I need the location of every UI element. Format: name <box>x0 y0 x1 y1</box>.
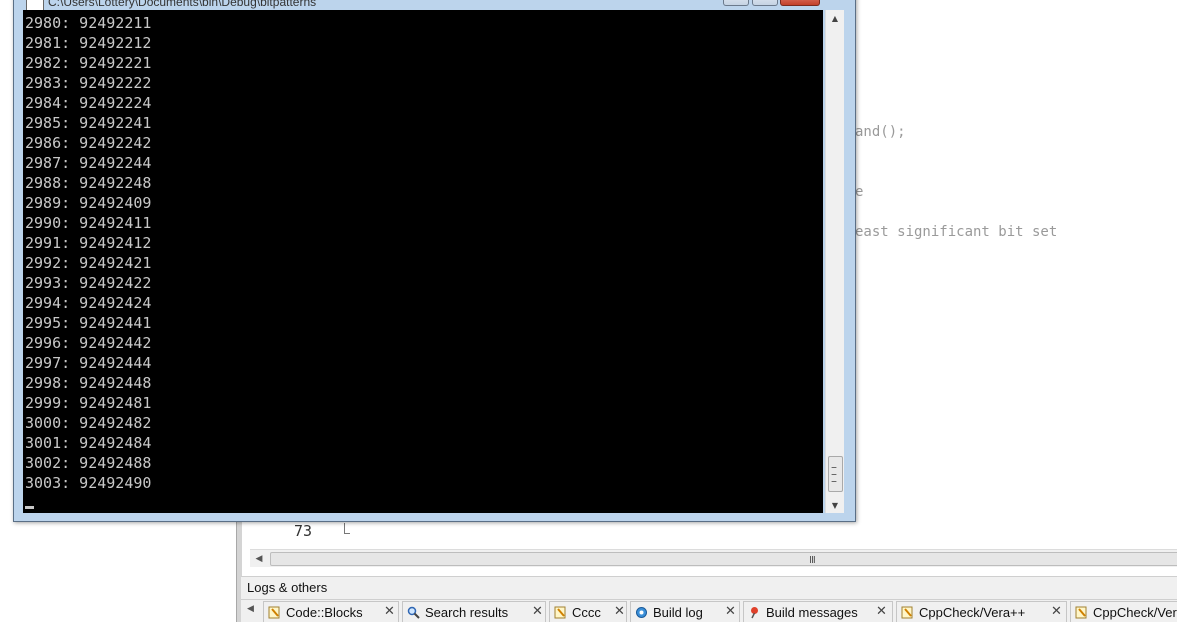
gutter-line-number: 73 <box>294 522 313 540</box>
notepad-icon <box>901 606 913 619</box>
code-fragment-2: e <box>855 184 864 200</box>
console-line: 2985: 92492241 <box>25 114 152 132</box>
console-app-icon[interactable] <box>26 0 44 10</box>
tab-cccc[interactable]: Cccc ✕ <box>549 601 627 622</box>
console-line: 2998: 92492448 <box>25 374 152 392</box>
tab-label: Build log <box>653 605 703 620</box>
tab-build-log[interactable]: Build log ✕ <box>630 601 740 622</box>
console-cursor <box>25 506 34 509</box>
console-line: 2996: 92492442 <box>25 334 152 352</box>
tab-label: Cccc <box>572 605 601 620</box>
editor-horizontal-scrollbar[interactable]: ◀ III <box>250 549 1177 567</box>
tab-build-messages[interactable]: Build messages ✕ <box>743 601 893 622</box>
scroll-left-icon[interactable]: ◀ <box>252 550 266 567</box>
tab-code-blocks[interactable]: Code::Blocks ✕ <box>263 601 399 622</box>
logs-tab-bar: ◀ Code::Blocks ✕ Search results ✕ Cccc ✕… <box>241 600 1177 622</box>
tab-cppcheck-vera[interactable]: CppCheck/Vera++ ✕ <box>896 601 1067 622</box>
console-line: 2994: 92492424 <box>25 294 152 312</box>
close-icon[interactable]: ✕ <box>876 604 887 619</box>
scroll-grip-icon: III <box>809 555 816 566</box>
console-line: 3001: 92492484 <box>25 434 152 452</box>
console-line: 2999: 92492481 <box>25 394 152 412</box>
tab-cppcheck-vera-2[interactable]: CppCheck/Vera <box>1070 601 1177 622</box>
console-line: 2993: 92492422 <box>25 274 152 292</box>
tab-search-results[interactable]: Search results ✕ <box>402 601 546 622</box>
maximize-button[interactable] <box>752 0 778 6</box>
magnifier-icon <box>407 606 420 619</box>
tab-label: CppCheck/Vera++ <box>919 605 1026 620</box>
tab-label: CppCheck/Vera <box>1093 605 1177 620</box>
console-vertical-scrollbar[interactable]: ▲ – – – ▼ <box>825 10 844 513</box>
console-line: 2987: 92492244 <box>25 154 152 172</box>
pin-icon <box>751 607 758 619</box>
console-line: 2991: 92492412 <box>25 234 152 252</box>
console-output[interactable]: 2980: 92492211 2981: 92492212 2982: 924922… <box>23 10 823 513</box>
console-line: 3000: 92492482 <box>25 414 152 432</box>
console-title: C:\Users\Lottery\Documents\bin\Debug\bit… <box>48 0 317 9</box>
console-output-lines: 2980: 92492211 2981: 92492212 2982: 924922… <box>25 13 151 493</box>
scroll-down-icon[interactable]: ▼ <box>826 497 844 513</box>
code-fragment-1: and(); <box>855 124 906 140</box>
console-line: 2983: 92492222 <box>25 74 152 92</box>
console-line: 2992: 92492421 <box>25 254 152 272</box>
console-line: 2981: 92492212 <box>25 34 152 52</box>
close-icon[interactable]: ✕ <box>532 604 543 619</box>
vertical-scroll-thumb[interactable]: – – – <box>828 456 843 492</box>
console-line: 2989: 92492409 <box>25 194 152 212</box>
console-line: 2986: 92492242 <box>25 134 152 152</box>
tab-label: Search results <box>425 605 509 620</box>
logs-panel-header: Logs & others <box>241 576 1177 600</box>
tabs-scroll-left-icon[interactable]: ◀ <box>247 604 254 614</box>
scroll-grip-icon: – – – <box>831 460 837 488</box>
close-button[interactable]: ✕ <box>780 0 820 6</box>
console-line: 2982: 92492221 <box>25 54 152 72</box>
console-line: 2995: 92492441 <box>25 314 152 332</box>
console-line: 3002: 92492488 <box>25 454 152 472</box>
close-icon[interactable]: ✕ <box>1051 604 1062 619</box>
console-line: 2980: 92492211 <box>25 14 152 32</box>
code-comment-fragment: east significant bit set <box>855 224 1058 240</box>
close-icon: ✕ <box>781 0 819 4</box>
scroll-up-icon[interactable]: ▲ <box>826 10 844 26</box>
notepad-icon <box>554 606 566 619</box>
console-line: 2990: 92492411 <box>25 214 152 232</box>
close-icon[interactable]: ✕ <box>614 604 625 619</box>
close-icon[interactable]: ✕ <box>725 604 736 619</box>
notepad-icon <box>1075 606 1087 619</box>
notepad-icon <box>268 606 280 619</box>
tab-label: Build messages <box>766 605 858 620</box>
tab-label: Code::Blocks <box>286 605 363 620</box>
logs-panel-title: Logs & others <box>247 580 328 595</box>
console-line: 2988: 92492248 <box>25 174 152 192</box>
fold-marker[interactable] <box>344 523 350 534</box>
horizontal-scroll-thumb[interactable]: III <box>270 552 1177 566</box>
console-titlebar[interactable]: C:\Users\Lottery\Documents\bin\Debug\bit… <box>14 0 855 10</box>
console-line: 2984: 92492224 <box>25 94 152 112</box>
minimize-button[interactable] <box>723 0 749 6</box>
console-line: 2997: 92492444 <box>25 354 152 372</box>
gear-icon <box>636 607 647 618</box>
close-icon[interactable]: ✕ <box>384 604 395 619</box>
console-line: 3003: 92492490 <box>25 474 152 492</box>
console-window[interactable]: C:\Users\Lottery\Documents\bin\Debug\bit… <box>13 0 856 522</box>
